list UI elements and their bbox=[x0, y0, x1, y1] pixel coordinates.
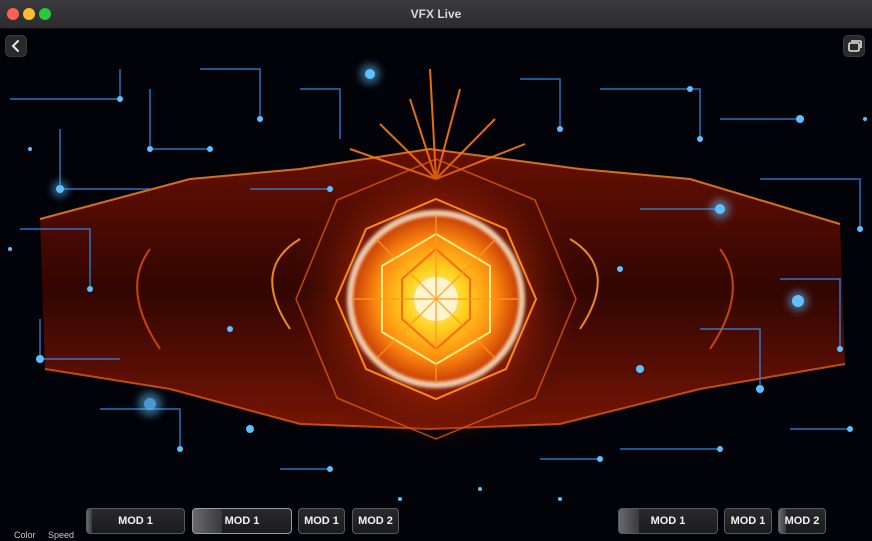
mod-button-right-1[interactable]: MOD 1 bbox=[618, 508, 718, 534]
mod-label: MOD 1 bbox=[304, 515, 339, 527]
mod-label: MOD 1 bbox=[730, 515, 766, 527]
mod-button-left-2[interactable]: MOD 1 bbox=[192, 508, 292, 534]
mod-button-right-2[interactable]: MOD 1 bbox=[724, 508, 772, 534]
mod-label: MOD 2 bbox=[358, 515, 393, 527]
mod-button-right-3[interactable]: MOD 2 bbox=[778, 508, 826, 534]
window-stack-icon bbox=[848, 40, 862, 52]
back-button[interactable] bbox=[5, 35, 27, 57]
speed-label: Speed bbox=[48, 530, 75, 540]
mod-label: MOD 1 bbox=[118, 515, 153, 527]
window-title: VFX Live bbox=[410, 7, 462, 21]
app-window: VFX Live Color Speed MOD 1 MOD 1 MOD 1 M… bbox=[0, 0, 872, 541]
mod-label: MOD 1 bbox=[650, 515, 686, 527]
chevron-left-icon bbox=[11, 40, 19, 52]
mod-label: MOD 2 bbox=[784, 515, 820, 527]
title-bar: VFX Live bbox=[0, 0, 872, 29]
mod-button-left-4[interactable]: MOD 2 bbox=[352, 508, 399, 534]
mod-label: MOD 1 bbox=[224, 515, 260, 527]
mod-button-left-3[interactable]: MOD 1 bbox=[298, 508, 345, 534]
mod-button-left-1[interactable]: MOD 1 bbox=[86, 508, 185, 534]
visualizer-canvas bbox=[0, 29, 872, 541]
window-mode-button[interactable] bbox=[843, 35, 865, 57]
color-label: Color bbox=[14, 530, 36, 540]
